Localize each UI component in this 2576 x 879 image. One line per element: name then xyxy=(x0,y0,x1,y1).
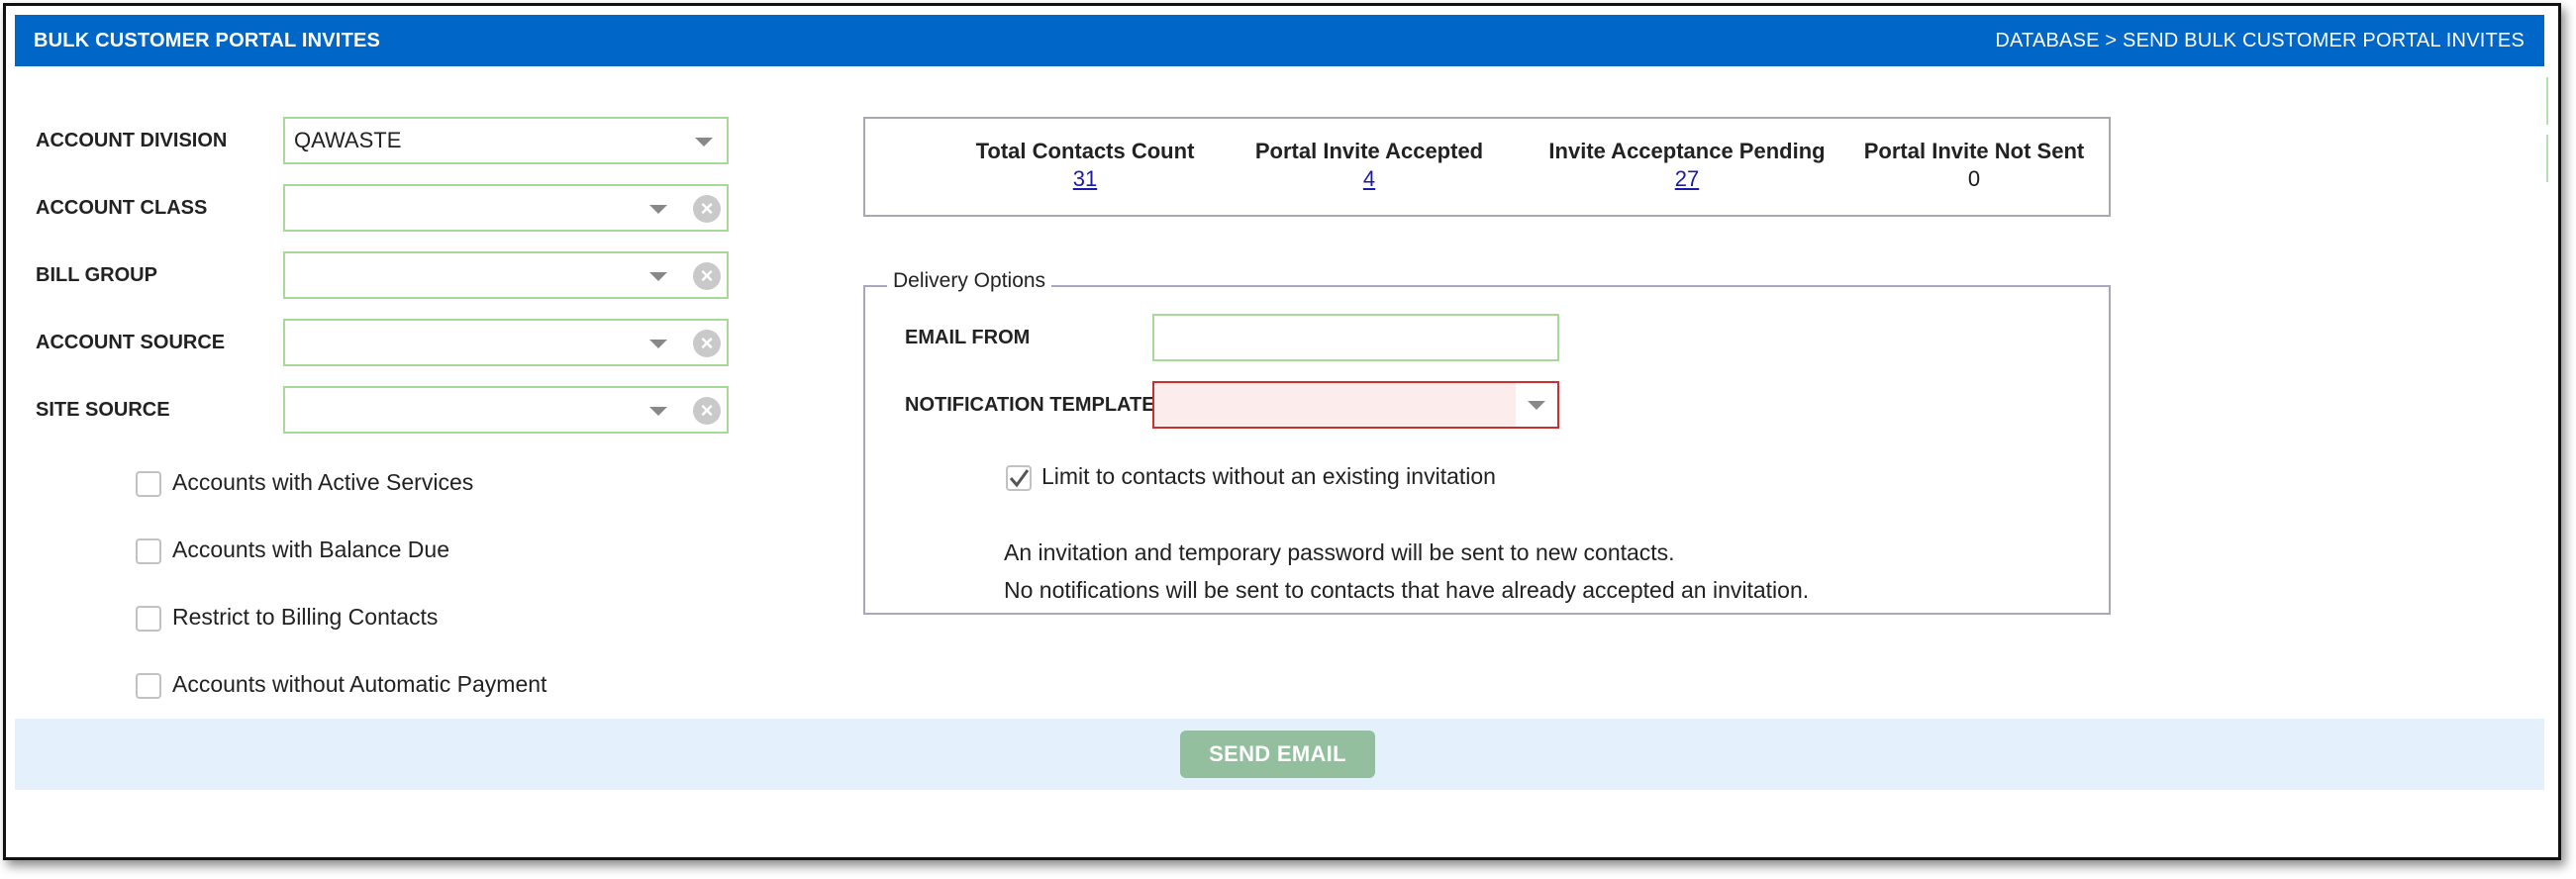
clear-icon[interactable]: × xyxy=(693,397,721,425)
stat-label: Portal Invite Not Sent xyxy=(1863,139,2085,163)
stat-acceptance-pending: Invite Acceptance Pending 27 xyxy=(1529,139,1845,192)
invite-not-sent-value: 0 xyxy=(1967,166,1981,191)
breadcrumb[interactable]: DATABASE > SEND BULK CUSTOMER PORTAL INV… xyxy=(1995,15,2525,66)
invite-accepted-link[interactable]: 4 xyxy=(1211,166,1528,192)
account-division-value: QAWASTE xyxy=(294,128,402,152)
clear-icon[interactable]: × xyxy=(693,330,721,357)
stat-label: Portal Invite Accepted xyxy=(1254,139,1484,163)
page-header: BULK CUSTOMER PORTAL INVITES DATABASE > … xyxy=(15,15,2544,66)
page-title: BULK CUSTOMER PORTAL INVITES xyxy=(34,30,381,51)
account-division-select[interactable]: QAWASTE xyxy=(283,117,729,164)
delivery-options-legend: Delivery Options xyxy=(887,269,1052,293)
checkmark-icon xyxy=(1009,469,1030,488)
scroll-edge-marker xyxy=(2546,77,2548,125)
account-class-label: ACCOUNT CLASS xyxy=(36,197,208,219)
bill-group-label: BILL GROUP xyxy=(36,264,157,286)
balance-due-checkbox[interactable] xyxy=(136,538,161,564)
chevron-down-icon xyxy=(1528,401,1545,410)
stat-total-contacts: Total Contacts Count 31 xyxy=(927,139,1243,192)
billing-contacts-checkbox[interactable] xyxy=(136,606,161,632)
account-division-label: ACCOUNT DIVISION xyxy=(36,130,228,151)
chevron-down-icon[interactable] xyxy=(649,272,667,281)
acceptance-pending-link[interactable]: 27 xyxy=(1529,166,1845,192)
stat-label: Invite Acceptance Pending xyxy=(1548,139,1826,163)
balance-due-label: Accounts with Balance Due xyxy=(172,537,449,562)
limit-contacts-label: Limit to contacts without an existing in… xyxy=(1041,463,1496,489)
chevron-down-icon[interactable] xyxy=(649,205,667,214)
automatic-payment-label: Accounts without Automatic Payment xyxy=(172,671,547,697)
site-source-label: SITE SOURCE xyxy=(36,399,170,421)
contact-stats-panel: Total Contacts Count 31 Portal Invite Ac… xyxy=(863,117,2111,217)
chevron-down-icon[interactable] xyxy=(649,407,667,416)
stat-label: Total Contacts Count xyxy=(975,139,1195,163)
active-services-checkbox[interactable] xyxy=(136,471,161,497)
scroll-edge-marker xyxy=(2546,135,2548,182)
stat-invite-accepted: Portal Invite Accepted 4 xyxy=(1211,139,1528,192)
notification-template-select[interactable] xyxy=(1152,381,1559,429)
chevron-down-icon[interactable] xyxy=(695,138,713,146)
send-email-button[interactable]: SEND EMAIL xyxy=(1180,731,1375,778)
clear-icon[interactable]: × xyxy=(693,195,721,223)
delivery-note-accepted-contacts: No notifications will be sent to contact… xyxy=(1004,577,1810,603)
billing-contacts-label: Restrict to Billing Contacts xyxy=(172,604,439,630)
site-source-select[interactable]: × xyxy=(283,386,729,434)
clear-icon[interactable]: × xyxy=(693,262,721,290)
automatic-payment-checkbox[interactable] xyxy=(136,673,161,699)
template-dropdown-toggle[interactable] xyxy=(1516,383,1557,427)
bill-group-select[interactable]: × xyxy=(283,251,729,299)
account-source-select[interactable]: × xyxy=(283,319,729,366)
email-from-input[interactable] xyxy=(1152,314,1559,361)
account-class-select[interactable]: × xyxy=(283,184,729,232)
total-contacts-link[interactable]: 31 xyxy=(927,166,1243,192)
chevron-down-icon[interactable] xyxy=(649,340,667,348)
notification-template-label: NOTIFICATION TEMPLATE xyxy=(905,394,1155,416)
delivery-note-new-contacts: An invitation and temporary password wil… xyxy=(1004,539,1675,565)
active-services-label: Accounts with Active Services xyxy=(172,469,474,495)
email-from-label: EMAIL FROM xyxy=(905,327,1031,348)
limit-contacts-checkbox[interactable] xyxy=(1006,465,1032,491)
account-source-label: ACCOUNT SOURCE xyxy=(36,332,226,353)
stat-invite-not-sent: Portal Invite Not Sent 0 xyxy=(1816,139,2132,192)
